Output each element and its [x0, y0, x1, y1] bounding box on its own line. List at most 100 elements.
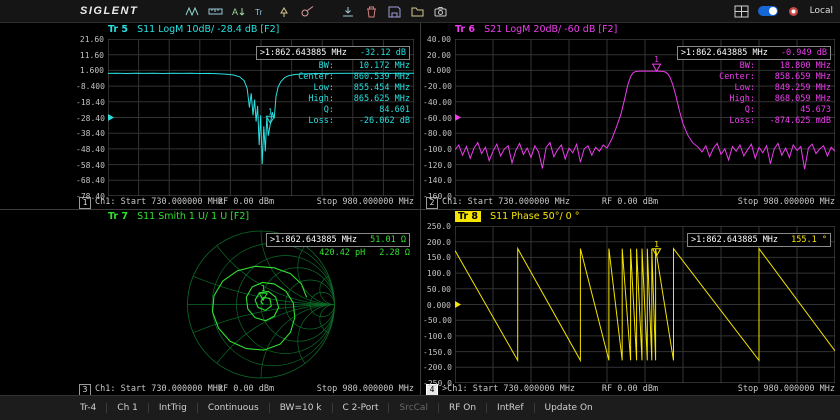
y-axis-label: -68.40 [76, 176, 104, 185]
trace-name[interactable]: Tr 7 [108, 211, 128, 222]
y-axis-label: -160.0 [423, 192, 451, 201]
trace-icon[interactable]: Tr [253, 4, 269, 19]
graph-area[interactable]: 1 [455, 226, 835, 383]
svg-text:1: 1 [654, 240, 659, 249]
marker-extra-value: 2.28 Ω [379, 248, 410, 258]
stop-frequency: Stop 980.000000 MHz [317, 197, 414, 207]
marker-value: -0.949 dB [781, 48, 827, 58]
y-axis-label: 0.000 [423, 301, 451, 310]
stat-row: Loss:-26.062 dB [256, 116, 410, 127]
status-item-inttrig[interactable]: IntTrig [149, 403, 198, 413]
download-icon[interactable] [340, 4, 356, 19]
stat-row: Q:84.601 [256, 105, 410, 116]
y-axis-label: 21.60 [76, 35, 104, 44]
marker-frequency: >1:862.643885 MHz [691, 235, 778, 245]
y-axis-label: 20.00 [423, 51, 451, 60]
trace-title: Tr 8 S11 Phase 50°/ 0 ° [455, 211, 579, 222]
trace-title: Tr 5 S11 LogM 10dB/ -28.4 dB [F2] [108, 24, 279, 35]
svg-text:A: A [232, 7, 238, 17]
layout-icon[interactable] [734, 4, 750, 19]
stat-row: High:865.625 MHz [256, 94, 410, 105]
rf-power: RF 0.00 dBm [602, 384, 658, 394]
marker-readout: >1:862.643885 MHz 155.1 ° [687, 227, 831, 248]
y-axis-label: -58.40 [76, 161, 104, 170]
rf-power: RF 0.00 dBm [218, 384, 274, 394]
status-item-c-2-port[interactable]: C 2-Port [333, 403, 390, 413]
autoscale-icon[interactable]: A [230, 4, 246, 19]
marker-value: 155.1 ° [791, 235, 827, 245]
probe-icon[interactable] [299, 4, 315, 19]
quadrant-1[interactable]: Tr 5 S11 LogM 10dB/ -28.4 dB [F2] 1 >1:8… [0, 23, 420, 209]
y-axis-label: 11.60 [76, 51, 104, 60]
camera-icon[interactable] [432, 4, 448, 19]
stat-row: High:868.059 MHz [677, 94, 831, 105]
y-axis-label: -100.0 [423, 145, 451, 154]
rf-power: RF 0.00 dBm [602, 197, 658, 207]
status-item-ch-1[interactable]: Ch 1 [107, 403, 149, 413]
y-axis-label: -60.00 [423, 114, 451, 123]
quadrant-2[interactable]: Tr 6 S21 LogM 20dB/ -60 dB [F2] 1 >1:862… [421, 23, 840, 209]
stat-row: BW:18.800 MHz [677, 61, 831, 72]
status-item-srccal[interactable]: SrcCal [389, 403, 438, 413]
status-item-update-on[interactable]: Update On [535, 403, 603, 413]
channel-footer: 1 Ch1: Start 730.000000 MHz RF 0.00 dBm … [78, 197, 414, 209]
y-axis-label: -150.0 [423, 348, 451, 357]
y-axis-label: 40.00 [423, 35, 451, 44]
y-axis-label: -8.400 [76, 82, 104, 91]
status-item-bw-10-k[interactable]: BW=10 k [270, 403, 333, 413]
waveform-icon[interactable] [184, 4, 200, 19]
start-frequency: Ch1: Start 730.000000 MHz [442, 197, 570, 207]
folder-icon[interactable] [409, 4, 425, 19]
start-frequency: Ch1: Start 730.000000 MHz [95, 384, 223, 394]
channel-footer: 2 Ch1: Start 730.000000 MHz RF 0.00 dBm … [425, 197, 835, 209]
y-axis-label: -38.40 [76, 129, 104, 138]
display-area: Tr 5 S11 LogM 10dB/ -28.4 dB [F2] 1 >1:8… [0, 23, 840, 396]
y-axis-label: 250.0 [423, 222, 451, 231]
marker-box: >1:862.643885 MHz 155.1 ° [687, 233, 831, 247]
save-icon[interactable] [386, 4, 402, 19]
stop-frequency: Stop 980.000000 MHz [317, 384, 414, 394]
trash-icon[interactable] [363, 4, 379, 19]
marker-readout: >1:862.643885 MHz 51.01 Ω 420.42 pH2.28 … [266, 227, 410, 258]
stat-row: Center:858.659 MHz [677, 72, 831, 83]
ruler-icon[interactable] [207, 4, 223, 19]
y-axis-label: 150.0 [423, 253, 451, 262]
status-item-tr-4[interactable]: Tr-4 [80, 403, 107, 413]
toggle-switch[interactable] [758, 6, 778, 16]
y-axis-label: -100.0 [423, 332, 451, 341]
marker-frequency: >1:862.643885 MHz [260, 48, 347, 58]
quadrant-3[interactable]: Tr 7 S11 Smith 1 U/ 1 U [F2] 1 >1:862.64… [0, 210, 420, 396]
local-button[interactable]: Local [810, 6, 833, 16]
y-axis-label: -40.00 [423, 98, 451, 107]
trace-name[interactable]: Tr 5 [108, 24, 128, 35]
y-axis-label: -20.00 [423, 82, 451, 91]
vna-screen: { "brand": "SIGLENT", "toolbar": { "left… [0, 0, 840, 420]
stat-row: Low:849.259 MHz [677, 83, 831, 94]
status-item-rf-on[interactable]: RF On [439, 403, 487, 413]
svg-text:1: 1 [261, 284, 266, 293]
status-items: Tr-4Ch 1IntTrigContinuousBW=10 kC 2-Port… [80, 403, 603, 413]
y-axis-label: 1.600 [76, 66, 104, 75]
trace-desc: S11 Phase 50°/ 0 ° [490, 211, 579, 222]
stop-frequency: Stop 980.000000 MHz [738, 384, 835, 394]
y-axis-label: -120.0 [423, 161, 451, 170]
status-item-intref[interactable]: IntRef [487, 403, 534, 413]
bandwidth-stats: BW:10.172 MHzCenter:860.539 MHzLow:855.4… [256, 61, 410, 127]
start-frequency: Ch1: Start 730.000000 MHz [95, 197, 223, 207]
marker-readout: >1:862.643885 MHz -0.949 dB BW:18.800 MH… [677, 40, 831, 128]
marker-icon[interactable] [276, 4, 292, 19]
marker-extra: 420.42 pH2.28 Ω [266, 248, 410, 258]
trace-name[interactable]: Tr 6 [455, 24, 475, 35]
status-item-continuous[interactable]: Continuous [198, 403, 270, 413]
y-axis-label: 200.0 [423, 238, 451, 247]
quadrant-4[interactable]: Tr 8 S11 Phase 50°/ 0 ° 1 >1:862.643885 … [421, 210, 840, 396]
marker-box: >1:862.643885 MHz -0.949 dB [677, 46, 831, 60]
touch-icon[interactable] [786, 4, 802, 19]
marker-box: >1:862.643885 MHz 51.01 Ω [266, 233, 410, 247]
y-axis-label: 100.0 [423, 269, 451, 278]
marker-readout: >1:862.643885 MHz -32.12 dB BW:10.172 MH… [256, 40, 410, 128]
stop-frequency: Stop 980.000000 MHz [738, 197, 835, 207]
trace-desc: S11 Smith 1 U/ 1 U [F2] [137, 211, 249, 222]
svg-text:Tr: Tr [255, 8, 263, 17]
trace-name[interactable]: Tr 8 [455, 211, 481, 222]
